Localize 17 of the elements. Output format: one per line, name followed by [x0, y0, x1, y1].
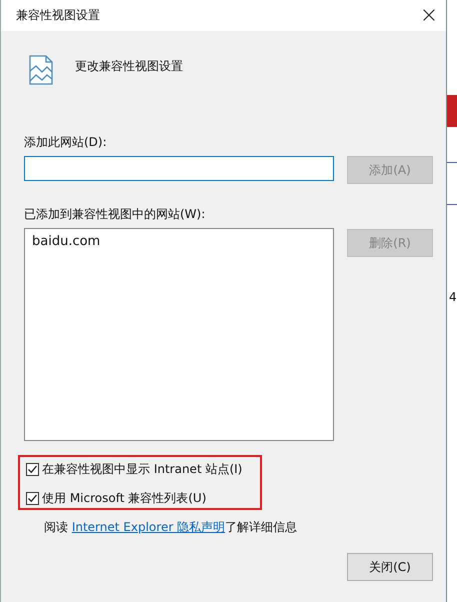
privacy-note: 阅读 Internet Explorer 隐私声明了解详细信息 [44, 519, 298, 536]
checkbox[interactable] [26, 463, 39, 476]
checkbox[interactable] [26, 492, 39, 505]
dialog-heading: 更改兼容性视图设置 [75, 58, 183, 75]
field-label: 添加此网站(D): [24, 134, 108, 151]
close-dialog-button[interactable]: 关闭(C) [347, 553, 433, 581]
website-input-field[interactable] [24, 156, 334, 181]
website-list[interactable]: baidu.com [24, 228, 334, 441]
background-text: 4 [449, 290, 457, 304]
window-title: 兼容性视图设置 [16, 7, 100, 24]
checkbox-label: 在兼容性视图中显示 Intranet 站点(I) [42, 461, 242, 478]
image-file-icon [29, 55, 53, 85]
close-button[interactable]: × [412, 0, 446, 31]
list-item[interactable]: baidu.com [30, 233, 102, 250]
privacy-link[interactable]: Internet Explorer 隐私声明 [72, 520, 226, 534]
list-label: 已添加到兼容性视图中的网站(W): [24, 206, 206, 223]
checkbox-label: 使用 Microsoft 兼容性列表(U) [42, 490, 206, 507]
